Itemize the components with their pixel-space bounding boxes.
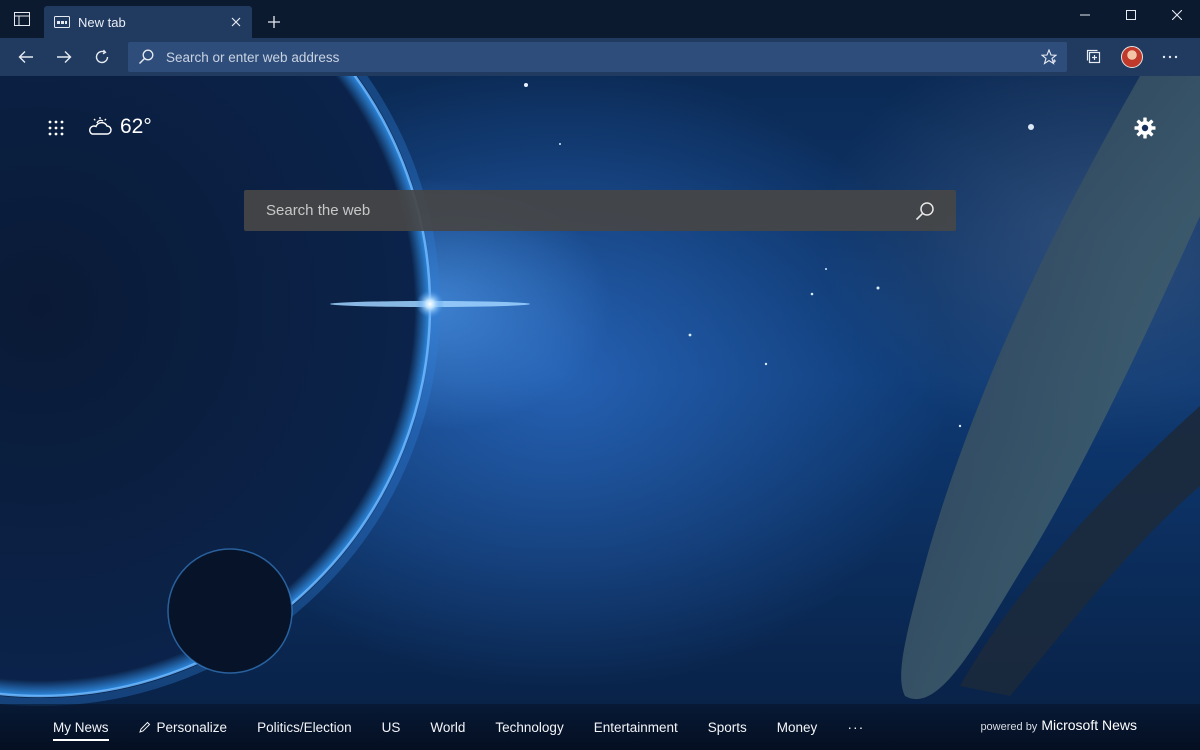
web-search-box[interactable]: Search the web	[244, 190, 956, 231]
news-tab-label: Entertainment	[593, 719, 678, 735]
news-tab-my-news[interactable]: My News	[53, 715, 109, 741]
brand-label: Microsoft News	[1041, 717, 1137, 733]
profile-button[interactable]	[1113, 41, 1151, 73]
settings-more-button[interactable]	[1151, 41, 1189, 73]
partly-cloudy-icon	[89, 117, 112, 135]
star-icon[interactable]	[1041, 49, 1057, 65]
news-more-button[interactable]: ···	[847, 715, 864, 739]
temperature: 62°	[120, 115, 152, 138]
news-tab-world[interactable]: World	[430, 715, 465, 739]
tab-new-tab[interactable]: New tab	[44, 6, 252, 38]
powered-by-microsoft-news[interactable]: powered by Microsoft News	[980, 717, 1137, 733]
tab-actions-button[interactable]	[0, 0, 44, 38]
news-tab-label: World	[430, 719, 466, 735]
minimize-button[interactable]	[1062, 0, 1108, 30]
search-icon	[139, 49, 154, 64]
news-tab-entertainment[interactable]: Entertainment	[594, 715, 678, 739]
tab-title: New tab	[78, 14, 126, 30]
more-icon	[1162, 55, 1178, 59]
news-tab-label: US	[381, 719, 401, 735]
weather-widget[interactable]: 62°	[88, 112, 152, 142]
navigation-toolbar: Search or enter web address	[0, 38, 1200, 76]
pencil-icon	[138, 721, 151, 733]
new-tab-page: 62° Search the web My News Personalize P…	[0, 76, 1200, 750]
tab-actions-icon	[14, 12, 30, 26]
close-window-button[interactable]	[1154, 0, 1200, 30]
gear-icon	[1134, 117, 1156, 139]
news-tab-sports[interactable]: Sports	[708, 715, 747, 739]
title-bar: New tab	[0, 0, 1200, 38]
maximize-icon	[1126, 10, 1136, 20]
arrow-right-icon	[57, 51, 72, 63]
back-button[interactable]	[7, 41, 45, 73]
background-image	[0, 76, 1200, 706]
grid-dots-icon	[48, 120, 64, 136]
close-icon	[1172, 10, 1182, 20]
refresh-button[interactable]	[83, 41, 121, 73]
news-tab-personalize[interactable]: Personalize	[138, 715, 228, 739]
toolbar-actions	[1075, 41, 1189, 73]
minimize-icon	[1080, 14, 1090, 16]
news-tab-money[interactable]: Money	[777, 715, 818, 739]
new-tab-button[interactable]	[258, 6, 290, 38]
refresh-icon	[95, 49, 109, 64]
news-category-bar: My News Personalize Politics/Election US…	[0, 704, 1200, 750]
news-tab-label: Sports	[707, 719, 747, 735]
news-tab-politics-election[interactable]: Politics/Election	[257, 715, 352, 739]
collections-icon	[1086, 49, 1101, 64]
news-tab-us[interactable]: US	[382, 715, 401, 739]
address-bar[interactable]: Search or enter web address	[128, 42, 1067, 72]
new-tab-icon	[54, 14, 70, 30]
forward-button[interactable]	[45, 41, 83, 73]
news-tab-technology[interactable]: Technology	[495, 715, 563, 739]
page-settings-button[interactable]	[1131, 114, 1159, 142]
avatar	[1121, 46, 1143, 68]
news-tab-label: Money	[776, 719, 818, 735]
search-icon[interactable]	[914, 200, 936, 222]
maximize-button[interactable]	[1108, 0, 1154, 30]
arrow-left-icon	[18, 51, 33, 63]
plus-icon	[268, 16, 280, 28]
web-search-input[interactable]: Search the web	[266, 202, 914, 219]
window-controls	[1062, 0, 1200, 38]
collections-button[interactable]	[1075, 41, 1113, 73]
close-tab-icon[interactable]	[228, 14, 244, 30]
news-tab-label: Technology	[495, 719, 564, 735]
news-tab-label: Politics/Election	[257, 719, 352, 735]
apps-launcher-button[interactable]	[44, 116, 68, 140]
news-tab-label: My News	[53, 719, 109, 735]
powered-by-label: powered by	[980, 721, 1038, 733]
address-input[interactable]: Search or enter web address	[166, 50, 1041, 65]
news-tab-label: Personalize	[156, 719, 228, 735]
